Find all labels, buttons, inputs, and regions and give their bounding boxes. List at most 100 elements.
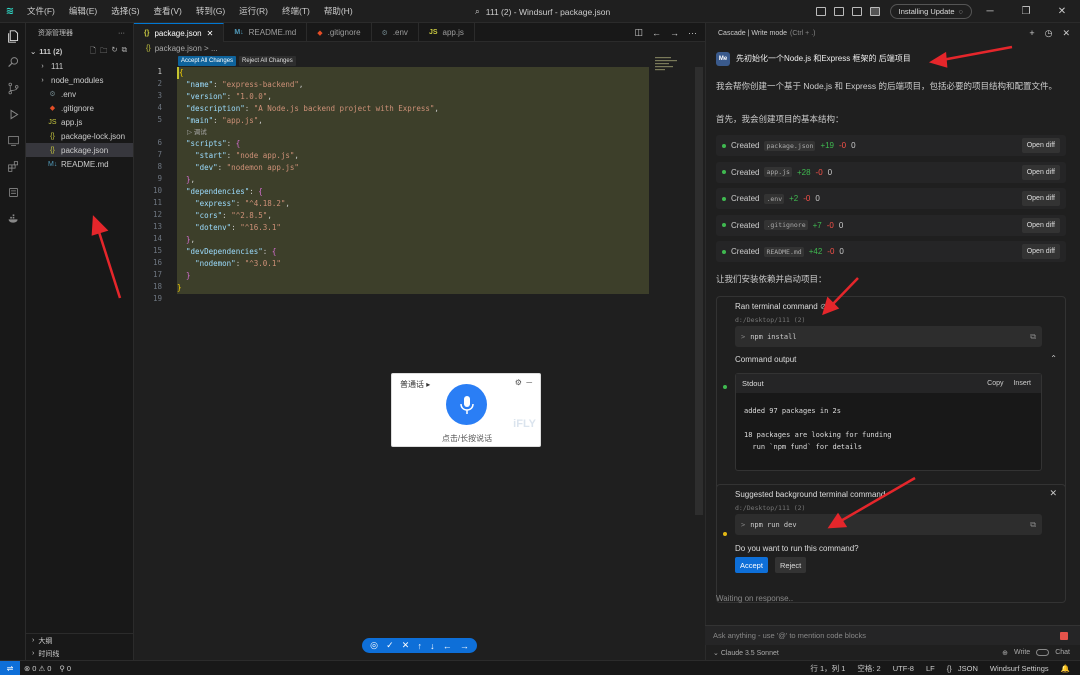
toggle-secondary-sidebar-icon[interactable] (851, 7, 862, 16)
windsurf-settings[interactable]: Windsurf Settings (986, 663, 1053, 674)
new-conversation-icon[interactable]: + (1029, 28, 1034, 38)
notifications-icon[interactable]: 🔔 (1057, 663, 1074, 674)
copy-icon[interactable]: ⧉ (1030, 520, 1036, 530)
stop-icon[interactable] (1060, 632, 1068, 640)
language-selector[interactable]: 普通话 ▸ (400, 379, 430, 390)
file-chip[interactable]: .env (764, 193, 785, 204)
file-chip[interactable]: package.json (764, 140, 816, 151)
outline-section[interactable]: › 大纲 (26, 634, 134, 647)
language-mode[interactable]: {} JSON (943, 663, 982, 674)
file-chip[interactable]: .gitignore (764, 220, 808, 230)
editor-tab[interactable]: {} package.json ✕ (134, 23, 225, 42)
editor-scrollbar[interactable] (695, 67, 703, 515)
open-diff-button[interactable]: Open diff (1021, 164, 1060, 180)
toggle-sidebar-icon[interactable] (815, 7, 826, 16)
mode-toggle[interactable] (1036, 649, 1050, 656)
workspace-root[interactable]: ⌄ 111 (2) 🗋 🗀 ↻ ⧉ (26, 43, 133, 59)
menu-item[interactable]: 终端(T) (275, 5, 317, 17)
suggested-command-line[interactable]: > npm run dev ⧉ (735, 514, 1042, 535)
menu-item[interactable]: 查看(V) (147, 5, 189, 17)
arrow-down-icon[interactable]: ↓ (430, 641, 435, 651)
close-tab-icon[interactable]: ✕ (207, 29, 214, 38)
cursor-position[interactable]: 行 1，列 1 (806, 663, 849, 674)
file-tree-item[interactable]: M↓ README.md (26, 157, 133, 171)
accept-button[interactable]: Accept (735, 557, 768, 573)
copy-icon[interactable]: ⧉ (1030, 332, 1036, 342)
editor-tab[interactable]: M↓ README.md (224, 23, 308, 42)
ports-indicator[interactable]: ⚲ 0 (55, 664, 75, 673)
source-control-icon[interactable] (0, 75, 26, 101)
reject-button[interactable]: Reject (775, 557, 807, 573)
minimize-icon[interactable]: ─ (526, 378, 532, 387)
cascade-toggle-icon[interactable] (869, 7, 880, 16)
open-diff-button[interactable]: Open diff (1021, 191, 1060, 206)
toggle-panel-icon[interactable] (833, 7, 844, 16)
installing-update-badge[interactable]: Installing Update ◌ (889, 4, 972, 19)
file-tree-item[interactable]: {} package.json (26, 143, 133, 157)
split-editor-icon[interactable]: ◫ (634, 27, 643, 38)
maximize-button[interactable]: ❐ (1008, 6, 1044, 17)
accept-icon[interactable]: ✓ (386, 640, 394, 651)
command-line[interactable]: > npm install ⧉ (735, 326, 1042, 347)
menu-item[interactable]: 运行(R) (232, 5, 275, 17)
breadcrumb[interactable]: {} package.json > ... (134, 42, 705, 55)
ask-input[interactable]: Ask anything - use '@' to mention code b… (705, 625, 1080, 645)
search-icon[interactable] (0, 49, 26, 75)
accept-all-changes-button[interactable]: Accept All Changes (178, 56, 237, 66)
menu-item[interactable]: 帮助(H) (317, 5, 360, 17)
encoding[interactable]: UTF-8 (889, 663, 918, 674)
timeline-section[interactable]: › 时间线 (26, 647, 134, 660)
file-chip[interactable]: app.js (764, 167, 792, 177)
file-tree-item[interactable]: › node_modules (26, 73, 133, 87)
windsurf-icon[interactable]: ◎ (370, 640, 378, 651)
editor-tab[interactable]: ◆ .gitignore (307, 23, 372, 42)
close-panel-icon[interactable]: ✕ (1062, 28, 1070, 39)
indentation[interactable]: 空格: 2 (853, 663, 884, 674)
new-file-icon[interactable]: 🗋 (90, 45, 96, 58)
insert-output-button[interactable]: Insert (1013, 380, 1031, 387)
file-tree-item[interactable]: ◆ .gitignore (26, 101, 133, 115)
extensions-icon[interactable] (0, 153, 26, 179)
file-tree-item[interactable]: JS app.js (26, 115, 133, 129)
open-diff-button[interactable]: Open diff (1021, 244, 1060, 259)
more-actions-icon[interactable]: ··· (118, 30, 125, 37)
more-actions-icon[interactable]: ··· (688, 28, 697, 38)
arrow-left-icon[interactable]: ← (443, 641, 452, 651)
explorer-icon[interactable] (0, 23, 26, 49)
reject-all-changes-button[interactable]: Reject All Changes (239, 56, 296, 66)
remote-explorer-icon[interactable] (0, 127, 26, 153)
go-back-icon[interactable]: ← (652, 28, 661, 38)
menu-item[interactable]: 文件(F) (20, 5, 62, 17)
new-folder-icon[interactable]: 🗀 (100, 45, 108, 58)
arrow-up-icon[interactable]: ↑ (417, 641, 422, 651)
model-selector[interactable]: ⌄ Claude 3.5 Sonnet (713, 649, 779, 657)
close-window-button[interactable]: ✕ (1044, 6, 1080, 17)
close-icon[interactable]: ✕ (1049, 488, 1057, 499)
open-diff-button[interactable]: Open diff (1021, 138, 1060, 153)
go-forward-icon[interactable]: → (670, 28, 679, 38)
microphone-button[interactable] (446, 384, 487, 425)
docker-icon[interactable] (0, 205, 26, 231)
database-icon[interactable] (0, 179, 26, 205)
minimize-button[interactable]: ─ (972, 6, 1008, 17)
minimap[interactable] (655, 57, 691, 77)
remote-indicator-icon[interactable]: ⇌ (0, 660, 20, 675)
editor-tab[interactable]: JS app.js (419, 23, 475, 42)
menu-item[interactable]: 选择(S) (104, 5, 146, 17)
open-diff-button[interactable]: Open diff (1021, 217, 1060, 233)
menu-item[interactable]: 编辑(E) (62, 5, 104, 17)
code-editor[interactable]: 1{2 "name": "express-backend", 3 "version… (134, 67, 705, 306)
file-tree-item[interactable]: ⚙ .env (26, 87, 133, 101)
debug-code-lens[interactable]: ▷ 调试 (134, 127, 705, 138)
collapse-all-icon[interactable]: ⧉ (122, 45, 127, 58)
settings-icon[interactable]: ⚙ (515, 378, 522, 387)
file-tree-item[interactable]: › 111 (26, 59, 133, 73)
run-debug-icon[interactable] (0, 101, 26, 127)
menu-item[interactable]: 转到(G) (189, 5, 232, 17)
refresh-icon[interactable]: ↻ (111, 45, 117, 58)
command-center[interactable]: ⌕ 111 (2) - Windsurf - package.json (475, 0, 610, 23)
file-chip[interactable]: README.md (764, 246, 804, 257)
reject-icon[interactable]: ✕ (402, 640, 410, 651)
chevron-up-icon[interactable]: ⌃ (1050, 354, 1057, 363)
file-tree-item[interactable]: {} package-lock.json (26, 129, 133, 143)
